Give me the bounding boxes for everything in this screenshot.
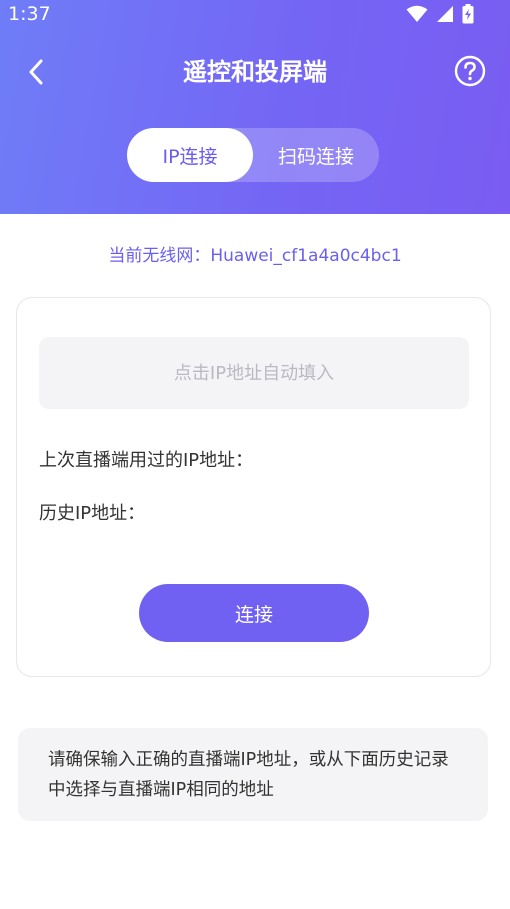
battery-charging-icon (462, 4, 474, 24)
status-time: 1:37 (8, 3, 51, 25)
ip-address-input[interactable] (39, 337, 469, 409)
current-wifi-info: 当前无线网：Huawei_cf1a4a0c4bc1 (0, 243, 510, 269)
connect-button[interactable]: 连接 (139, 584, 369, 642)
tab-ip-connect[interactable]: IP连接 (127, 128, 253, 182)
help-circle-icon (454, 55, 486, 87)
connection-mode-tabs: IP连接 扫码连接 (127, 128, 379, 182)
signal-icon (437, 6, 453, 22)
wifi-ssid: Huawei_cf1a4a0c4bc1 (210, 246, 402, 266)
wifi-label: 当前无线网： (108, 246, 211, 266)
hint-note: 请确保输入正确的直播端IP地址，或从下面历史记录中选择与直播端IP相同的地址 (18, 728, 488, 821)
last-ip-label: 上次直播端用过的IP地址： (39, 450, 254, 471)
connection-card: 上次直播端用过的IP地址： 历史IP地址： 连接 (16, 297, 491, 677)
tab-scan-connect[interactable]: 扫码连接 (253, 128, 379, 182)
history-ip-label: 历史IP地址： (39, 503, 146, 524)
status-bar: 1:37 (0, 0, 510, 28)
nav-bar: 遥控和投屏端 (0, 44, 510, 100)
page-title: 遥控和投屏端 (183, 58, 327, 86)
help-button[interactable] (454, 55, 486, 87)
wifi-icon (406, 5, 428, 22)
system-icons (406, 4, 474, 24)
header-banner: 1:37 遥控和投屏端 IP连接 扫码连接 (0, 0, 510, 214)
